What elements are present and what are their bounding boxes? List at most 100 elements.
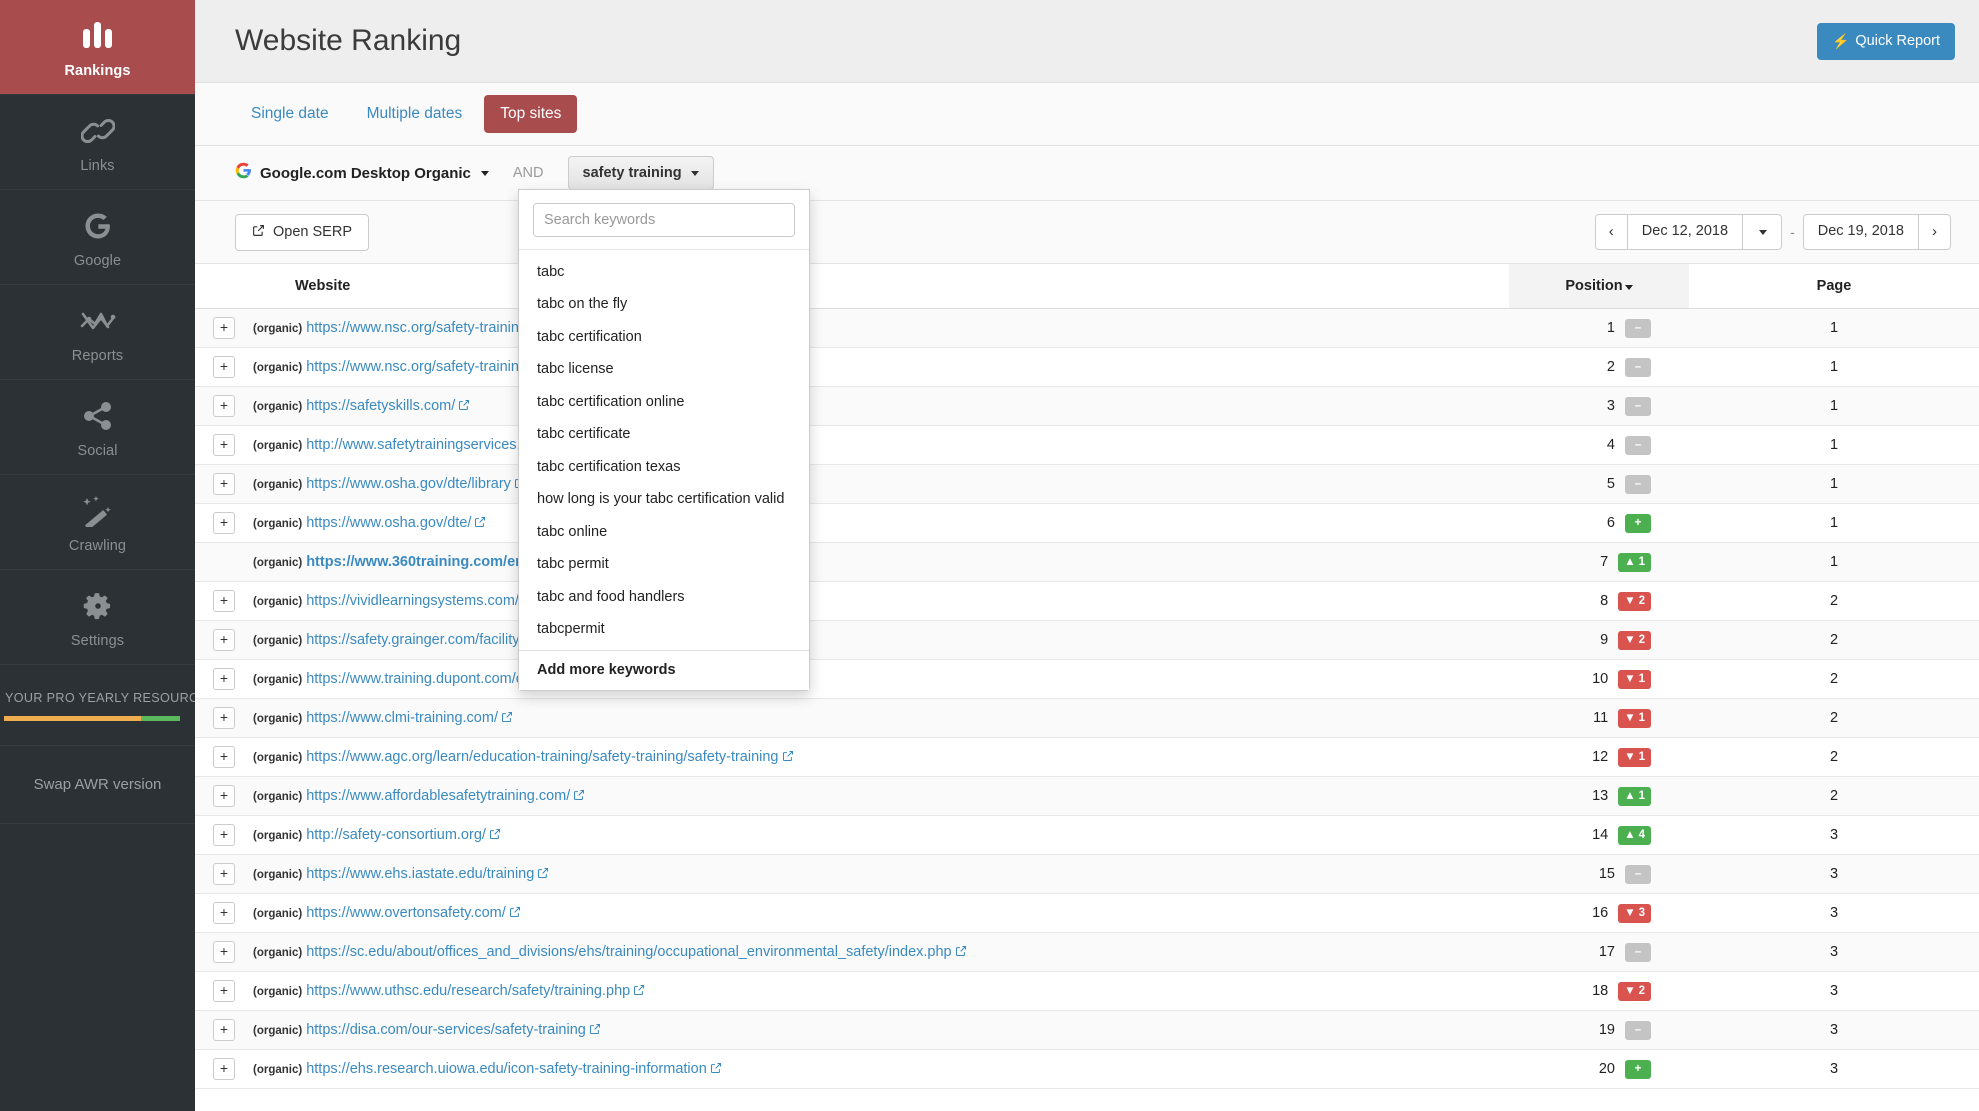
external-link-icon[interactable] [458,399,470,413]
keyword-list-item[interactable]: tabc [519,256,809,288]
header-website[interactable]: Website [247,264,1509,309]
external-link-icon[interactable] [509,906,521,920]
table-row[interactable]: +(organic)https://disa.com/our-services/… [195,1011,1979,1050]
table-row[interactable]: +(organic)https://safetyskills.com/3–1 [195,387,1979,426]
expand-row-button[interactable]: + [213,1058,235,1080]
keyword-list-item[interactable]: tabc permit [519,548,809,580]
expand-row-button[interactable]: + [213,1019,235,1041]
expand-row-button[interactable]: + [213,395,235,417]
table-row[interactable]: +(organic)http://www.safetytrainingservi… [195,426,1979,465]
expand-row-button[interactable]: + [213,512,235,534]
add-more-keywords-button[interactable]: Add more keywords [519,650,809,690]
date-next-button[interactable]: › [1919,214,1951,251]
expand-row-button[interactable]: + [213,746,235,768]
sidebar-item-social[interactable]: Social [0,380,195,475]
keyword-list-item[interactable]: how long is your tabc certification vali… [519,483,809,515]
website-url-link[interactable]: https://vividlearningsystems.com/ [306,593,519,609]
table-row[interactable]: (organic)https://www.360training.com/env… [195,543,1979,582]
table-row[interactable]: +(organic)https://www.nsc.org/safety-tra… [195,348,1979,387]
expand-row-button[interactable]: + [213,356,235,378]
sidebar-item-links[interactable]: Links [0,95,195,190]
website-url-link[interactable]: https://ehs.research.uiowa.edu/icon-safe… [306,1061,707,1077]
website-url-link[interactable]: https://www.agc.org/learn/education-trai… [306,749,778,765]
website-url-link[interactable]: https://safetyskills.com/ [306,398,455,414]
external-link-icon[interactable] [474,516,486,530]
expand-row-button[interactable]: + [213,473,235,495]
external-link-icon[interactable] [633,984,645,998]
expand-row-button[interactable]: + [213,980,235,1002]
table-row[interactable]: +(organic)http://safety-consortium.org/1… [195,816,1979,855]
website-url-link[interactable]: https://www.uthsc.edu/research/safety/tr… [306,983,630,999]
table-row[interactable]: +(organic)https://www.agc.org/learn/educ… [195,738,1979,777]
expand-row-button[interactable]: + [213,668,235,690]
website-url-link[interactable]: https://www.affordablesafetytraining.com… [306,788,570,804]
keyword-list-item[interactable]: tabc certification online [519,386,809,418]
search-engine-selector[interactable]: Google.com Desktop Organic [235,162,489,184]
keyword-list-item[interactable]: tabc license [519,353,809,385]
expand-row-button[interactable]: + [213,863,235,885]
header-position[interactable]: Position [1509,264,1689,309]
website-url-link[interactable]: https://www.ehs.iastate.edu/training [306,866,534,882]
external-link-icon[interactable] [537,867,549,881]
table-row[interactable]: +(organic)https://ehs.research.uiowa.edu… [195,1050,1979,1089]
table-row[interactable]: +(organic)https://www.nsc.org/safety-tra… [195,309,1979,348]
tab-multiple-dates[interactable]: Multiple dates [351,95,479,133]
external-link-icon[interactable] [573,789,585,803]
sidebar-item-reports[interactable]: Reports [0,285,195,380]
external-link-icon[interactable] [501,711,513,725]
expand-row-button[interactable]: + [213,902,235,924]
date-start-button[interactable]: Dec 12, 2018 [1628,214,1743,251]
tab-top-sites[interactable]: Top sites [484,95,577,133]
table-row[interactable]: +(organic)https://www.osha.gov/dte/libra… [195,465,1979,504]
table-row[interactable]: +(organic)https://www.affordablesafetytr… [195,777,1979,816]
website-url-link[interactable]: https://www.osha.gov/dte/library [306,476,511,492]
sidebar-item-rankings[interactable]: Rankings [0,0,195,95]
table-row[interactable]: +(organic)https://vividlearningsystems.c… [195,582,1979,621]
external-link-icon[interactable] [589,1023,601,1037]
keyword-list-item[interactable]: tabcpermit [519,613,809,645]
sidebar-item-settings[interactable]: Settings [0,570,195,665]
swap-awr-version-button[interactable]: Swap AWR version [0,746,195,824]
quick-report-button[interactable]: ⚡ Quick Report [1817,23,1955,60]
table-row[interactable]: +(organic)https://www.ehs.iastate.edu/tr… [195,855,1979,894]
website-url-link[interactable]: http://safety-consortium.org/ [306,827,486,843]
table-row[interactable]: +(organic)https://www.uthsc.edu/research… [195,972,1979,1011]
expand-row-button[interactable]: + [213,785,235,807]
keyword-list-item[interactable]: tabc on the fly [519,288,809,320]
sidebar-item-google[interactable]: Google [0,190,195,285]
external-link-icon[interactable] [489,828,501,842]
expand-row-button[interactable]: + [213,824,235,846]
website-url-link[interactable]: https://www.clmi-training.com/ [306,710,498,726]
keyword-list-item[interactable]: tabc online [519,516,809,548]
keyword-list-item[interactable]: tabc certification [519,321,809,353]
website-url-link[interactable]: https://sc.edu/about/offices_and_divisio… [306,944,951,960]
keyword-filter-button[interactable]: safety training [568,156,714,190]
website-url-link[interactable]: https://disa.com/our-services/safety-tra… [306,1022,586,1038]
table-row[interactable]: +(organic)https://www.osha.gov/dte/6+1 [195,504,1979,543]
expand-row-button[interactable]: + [213,590,235,612]
expand-row-button[interactable]: + [213,434,235,456]
keyword-search-input[interactable] [533,203,795,237]
table-row[interactable]: +(organic)https://safety.grainger.com/fa… [195,621,1979,660]
expand-row-button[interactable]: + [213,317,235,339]
table-row[interactable]: +(organic)https://www.overtonsafety.com/… [195,894,1979,933]
sidebar-item-crawling[interactable]: Crawling [0,475,195,570]
keyword-list-item[interactable]: tabc certification texas [519,451,809,483]
website-url-link[interactable]: http://www.safetytrainingservices.net/ [306,437,545,453]
table-row[interactable]: +(organic)https://www.training.dupont.co… [195,660,1979,699]
open-serp-button[interactable]: Open SERP [235,214,369,251]
website-url-link[interactable]: https://www.osha.gov/dte/ [306,515,471,531]
table-row[interactable]: +(organic)https://www.clmi-training.com/… [195,699,1979,738]
external-link-icon[interactable] [782,750,794,764]
expand-row-button[interactable]: + [213,941,235,963]
date-prev-button[interactable]: ‹ [1595,214,1628,251]
keyword-list-item[interactable]: tabc certificate [519,418,809,450]
keyword-list-item[interactable]: tabc and food handlers [519,581,809,613]
date-end-button[interactable]: Dec 19, 2018 [1803,214,1919,251]
website-url-link[interactable]: https://www.overtonsafety.com/ [306,905,506,921]
external-link-icon[interactable] [710,1062,722,1076]
external-link-icon[interactable] [955,945,967,959]
tab-single-date[interactable]: Single date [235,95,345,133]
header-page[interactable]: Page [1689,264,1979,309]
table-row[interactable]: +(organic)https://sc.edu/about/offices_a… [195,933,1979,972]
